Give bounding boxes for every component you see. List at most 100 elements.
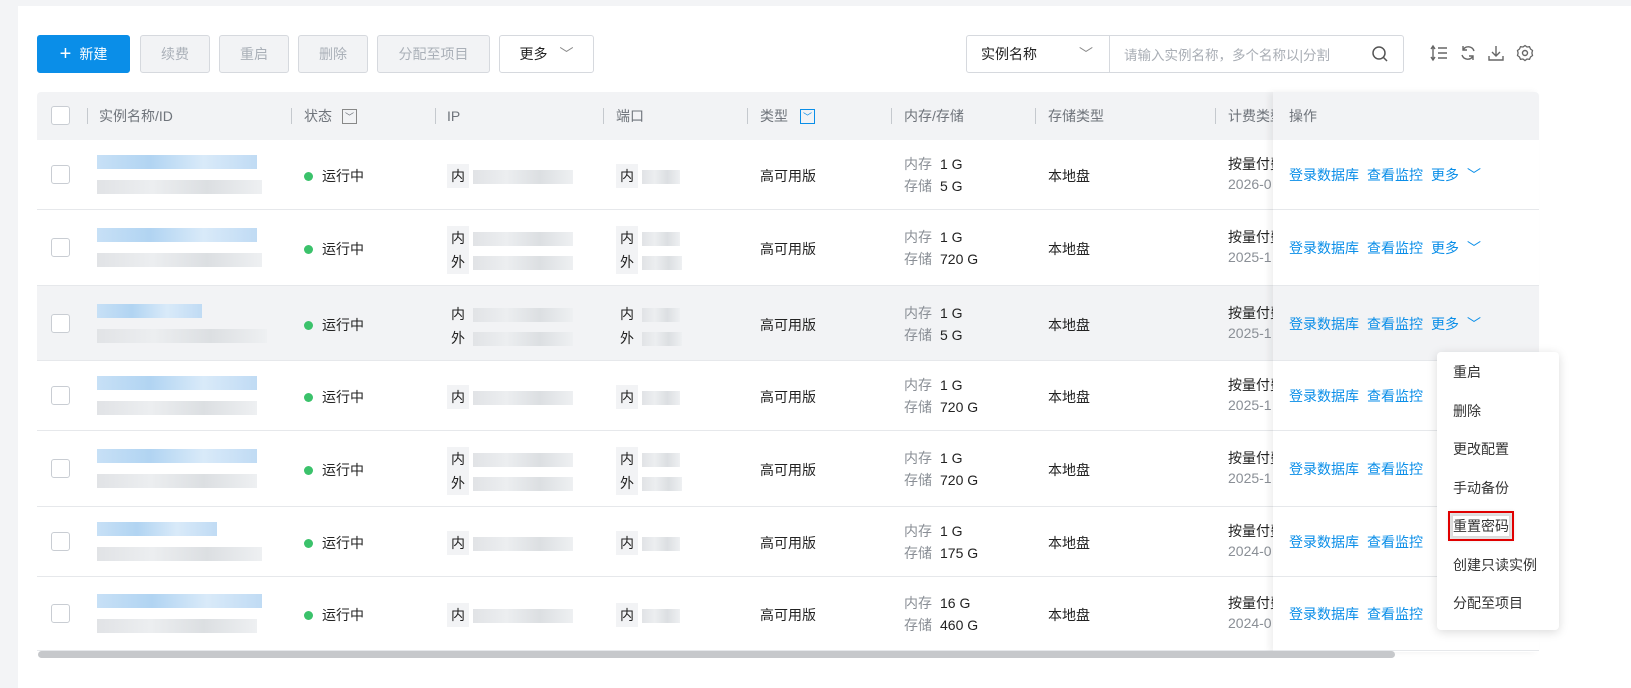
inner-tag: 内 [447,385,469,409]
row-checkbox[interactable] [51,238,70,257]
refresh-icon[interactable] [1459,44,1477,62]
inner-tag: 内 [616,603,638,627]
delete-button[interactable]: 删除 [298,35,368,73]
menu-item[interactable]: 重启 [1453,362,1481,382]
instance-type: 高可用版 [760,168,816,184]
memory: 内存 1 G [904,303,963,323]
instance-name-link[interactable] [97,226,257,243]
instance-name-link[interactable] [97,153,257,170]
expire-date: 2024-0 [1228,543,1272,559]
storage-type: 本地盘 [1048,389,1090,405]
instance-name-link[interactable] [97,592,262,609]
row-checkbox[interactable] [51,604,70,623]
memory: 内存 16 G [904,593,970,613]
row-checkbox[interactable] [51,459,70,478]
chevron-down-icon: ﹀ [559,46,574,62]
status-text: 运行中 [322,168,364,184]
inner-port: 内 [616,301,680,326]
assign-project-button[interactable]: 分配至项目 [377,35,490,73]
chevron-down-icon: ﹀ [1079,46,1093,62]
status-badge: 运行中 [304,533,364,553]
disk-value: 5 G [940,178,963,194]
row-checkbox[interactable] [51,386,70,405]
instance-name-link[interactable] [97,302,202,318]
disk-label: 存储 [904,545,932,561]
col-storage-type: 存储类型 [1048,108,1104,124]
column-sort-icon[interactable] [1430,44,1448,62]
inner-port: 内 [616,385,680,409]
search-input[interactable]: 请输入实例名称，多个名称以|分割 [1109,35,1404,73]
search-icon[interactable] [1371,45,1389,63]
disk-value: 460 G [940,617,979,633]
disk: 存储 460 G [904,615,978,635]
horizontal-scrollbar[interactable] [38,651,1395,658]
inner-port: 内 [616,164,680,188]
download-icon[interactable] [1487,44,1505,62]
outer-tag: 外 [616,325,638,350]
restart-button[interactable]: 重启 [219,35,289,73]
disk-value: 720 G [940,251,979,267]
expire-date: 2025-1 [1228,470,1272,486]
instance-type: 高可用版 [760,241,816,257]
menu-item[interactable]: 分配至项目 [1453,593,1523,613]
instance-name-link[interactable] [97,520,217,537]
filter-icon[interactable]: ﹀ [342,108,357,124]
row-checkbox[interactable] [51,313,70,333]
plus-icon: + [59,42,72,65]
menu-item[interactable]: 手动备份 [1453,478,1509,498]
inner-tag: 内 [447,447,469,471]
billing-type: 按量付费 [1228,377,1273,393]
status-text: 运行中 [322,241,364,257]
search-placeholder: 请输入实例名称，多个名称以|分割 [1124,48,1331,63]
disk: 存储 720 G [904,249,978,269]
inner-port: 内 [616,531,680,555]
disk-label: 存储 [904,399,932,415]
search-field-select[interactable]: 实例名称 ﹀ [966,35,1110,73]
inner-tag: 内 [447,531,469,555]
new-label: 新建 [79,46,108,62]
storage-type: 本地盘 [1048,168,1090,184]
expire-date: 2026-0 [1228,176,1272,192]
col-name: 实例名称/ID [99,108,173,124]
disk-label: 存储 [904,617,932,633]
instance-name-link[interactable] [97,447,257,464]
new-button[interactable]: + 新建 [37,35,130,73]
row-checkbox[interactable] [51,532,70,551]
status-badge: 运行中 [304,166,364,186]
instance-name-link[interactable] [97,374,257,391]
disk: 存储 720 G [904,470,978,490]
more-button[interactable]: 更多 ﹀ [499,35,594,73]
disk-label: 存储 [904,326,932,343]
disk-value: 720 G [940,399,979,415]
billing-type: 按量付费 [1228,450,1273,466]
col-status-label: 状态 [304,108,332,124]
outer-port: 外 [616,471,682,495]
settings-gear-icon[interactable] [1516,44,1534,62]
col-billing: 计费类型 [1228,108,1273,124]
outer-ip: 外 [447,471,573,495]
status-dot-icon [304,172,313,181]
select-all-checkbox[interactable] [51,106,70,125]
menu-item[interactable]: 删除 [1453,401,1481,421]
disk-label: 存储 [904,472,932,488]
instance-type: 高可用版 [760,535,816,551]
memory: 内存 1 G [904,227,963,247]
menu-item[interactable]: 更改配置 [1453,439,1509,459]
renew-button[interactable]: 续费 [140,35,210,73]
status-dot-icon [304,466,313,475]
inner-ip: 内 [447,385,573,409]
row-checkbox[interactable] [51,165,70,184]
instance-id [97,327,267,343]
outer-ip: 外 [447,250,573,274]
col-ip: IP [447,108,461,124]
filter-active-icon[interactable]: ﹀ [800,108,815,124]
storage-type: 本地盘 [1048,535,1090,551]
outer-port: 外 [616,250,682,274]
col-type-label: 类型 [760,108,788,124]
instance-id [97,399,257,416]
expire-date: 2025-1 [1228,397,1272,413]
menu-item[interactable]: 重置密码 [1448,511,1514,541]
disk: 存储 5 G [904,325,963,345]
status-text: 运行中 [322,316,364,333]
menu-item[interactable]: 创建只读实例 [1453,555,1537,575]
